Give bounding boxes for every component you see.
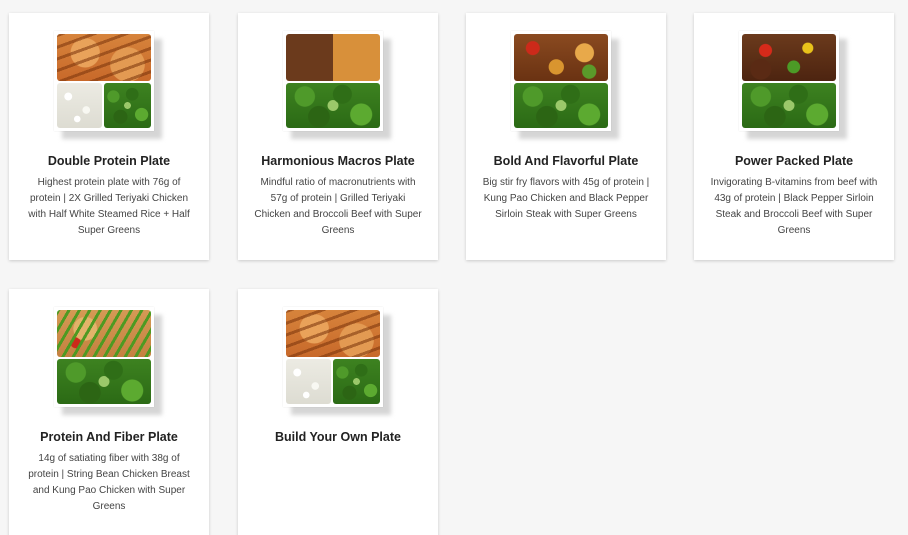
white-rice-portion bbox=[286, 359, 331, 404]
plate-title: Protein And Fiber Plate bbox=[40, 430, 178, 444]
teriyaki-chicken-portion bbox=[286, 310, 380, 357]
plate-title: Bold And Flavorful Plate bbox=[493, 154, 639, 168]
super-greens-portion bbox=[333, 359, 380, 404]
teriyaki-chicken-portion bbox=[57, 34, 151, 81]
plate-card-protein-fiber[interactable]: Protein And Fiber Plate 14g of satiating… bbox=[9, 289, 209, 535]
plate-title: Power Packed Plate bbox=[734, 154, 854, 168]
plate-grid: Double Protein Plate Highest protein pla… bbox=[0, 0, 908, 535]
super-greens-portion bbox=[286, 83, 380, 128]
plate-description: Invigorating B-vitamins from beef with 4… bbox=[710, 177, 878, 236]
sirloin-and-broccoli-beef-portion bbox=[742, 34, 836, 81]
plate-image bbox=[54, 31, 164, 141]
plate-card-bold-flavorful[interactable]: Bold And Flavorful Plate Big stir fry fl… bbox=[466, 13, 666, 260]
kung-pao-and-sirloin-portion bbox=[514, 34, 608, 81]
white-rice-portion bbox=[57, 83, 102, 128]
chicken-and-beef-portion bbox=[286, 34, 380, 81]
plate-description: Mindful ratio of macronutrients with 57g… bbox=[254, 177, 422, 236]
plate-card-build-your-own[interactable]: Build Your Own Plate bbox=[238, 289, 438, 535]
plate-card-double-protein[interactable]: Double Protein Plate Highest protein pla… bbox=[9, 13, 209, 260]
plate-image bbox=[739, 31, 849, 141]
super-greens-portion bbox=[57, 359, 151, 404]
plate-card-power-packed[interactable]: Power Packed Plate Invigorating B-vitami… bbox=[694, 13, 894, 260]
plate-title: Double Protein Plate bbox=[47, 154, 171, 168]
string-bean-chicken-portion bbox=[57, 310, 151, 357]
super-greens-portion bbox=[104, 83, 151, 128]
plate-title: Harmonious Macros Plate bbox=[261, 154, 415, 168]
plate-image bbox=[283, 31, 393, 141]
plate-image bbox=[54, 307, 164, 417]
plate-card-harmonious-macros[interactable]: Harmonious Macros Plate Mindful ratio of… bbox=[238, 13, 438, 260]
plate-description: Highest protein plate with 76g of protei… bbox=[28, 177, 190, 236]
super-greens-portion bbox=[742, 83, 836, 128]
super-greens-portion bbox=[514, 83, 608, 128]
plate-title: Build Your Own Plate bbox=[275, 430, 401, 444]
plate-description: Big stir fry flavors with 45g of protein… bbox=[482, 177, 650, 220]
plate-description: 14g of satiating fiber with 38g of prote… bbox=[28, 453, 190, 512]
plate-image bbox=[283, 307, 393, 417]
plate-image bbox=[511, 31, 621, 141]
